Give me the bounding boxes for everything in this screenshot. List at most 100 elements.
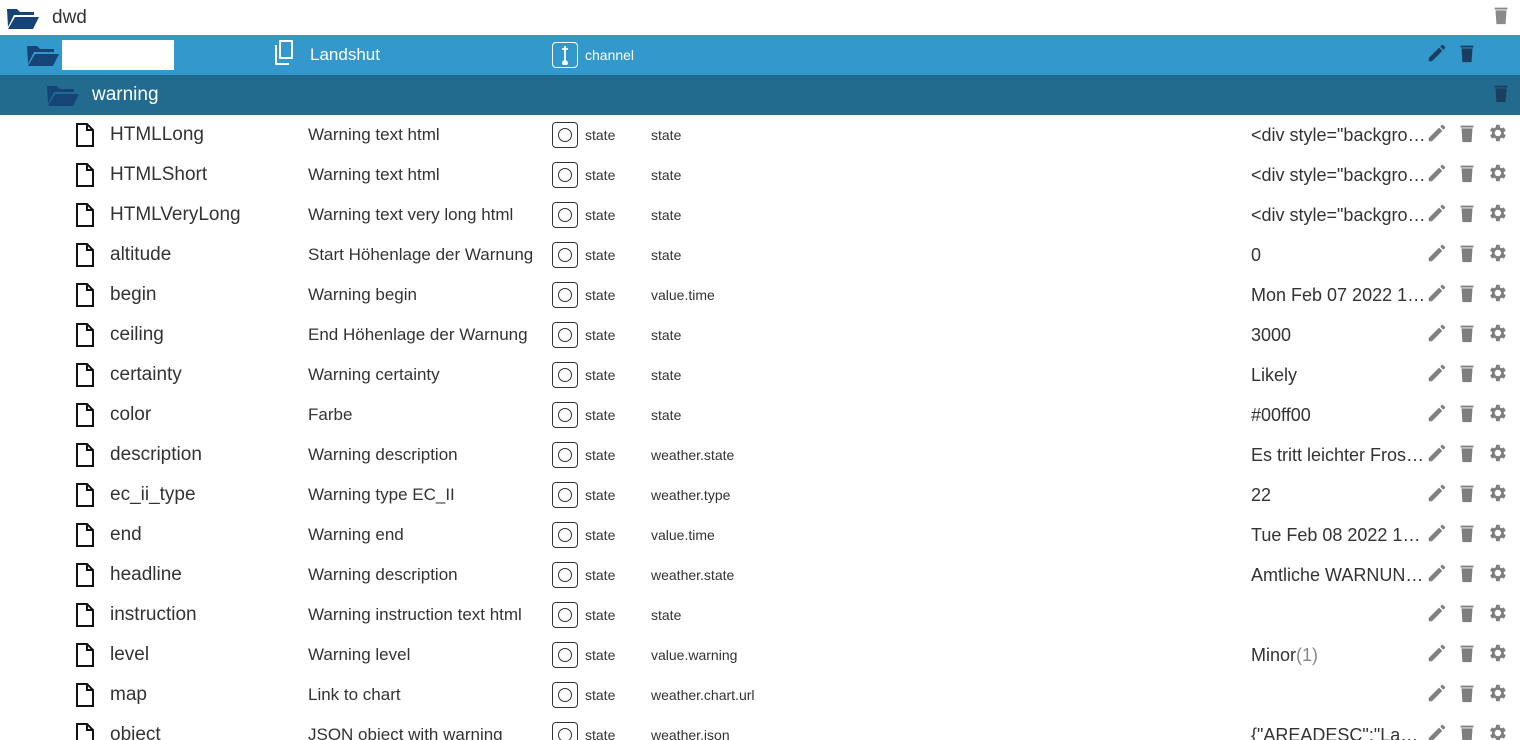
delete-button[interactable] — [1454, 442, 1480, 468]
state-value[interactable]: <div style="background-color:#00ff00 — [1251, 195, 1427, 235]
settings-button[interactable] — [1484, 202, 1510, 228]
settings-button[interactable] — [1484, 362, 1510, 388]
settings-button[interactable] — [1484, 122, 1510, 148]
edit-button[interactable] — [1424, 162, 1450, 188]
settings-button[interactable] — [1484, 482, 1510, 508]
edit-button[interactable] — [1424, 682, 1450, 708]
folder-open-icon[interactable] — [6, 0, 40, 35]
delete-button[interactable] — [1454, 602, 1480, 628]
delete-button[interactable] — [1454, 402, 1480, 428]
delete-button[interactable] — [1488, 5, 1514, 31]
state-actions — [1424, 675, 1514, 715]
table-row[interactable]: color Farbe state state #00ff00 — [0, 395, 1520, 435]
pencil-icon — [1426, 522, 1448, 549]
copy-icon[interactable] — [272, 39, 296, 71]
table-row[interactable]: HTMLShort Warning text html state state … — [0, 155, 1520, 195]
edit-button[interactable] — [1424, 522, 1450, 548]
edit-button[interactable] — [1424, 282, 1450, 308]
settings-button[interactable] — [1484, 602, 1510, 628]
state-value[interactable]: 3000 — [1251, 315, 1427, 355]
table-row[interactable]: begin Warning begin state value.time Mon… — [0, 275, 1520, 315]
state-icon — [552, 602, 578, 628]
delete-button[interactable] — [1488, 82, 1514, 108]
state-value[interactable]: 0 — [1251, 235, 1427, 275]
edit-button[interactable] — [1424, 482, 1450, 508]
settings-button[interactable] — [1484, 242, 1510, 268]
delete-button[interactable] — [1454, 482, 1480, 508]
settings-button[interactable] — [1484, 722, 1510, 740]
edit-button[interactable] — [1424, 42, 1450, 68]
state-type-icon — [552, 195, 578, 235]
delete-button[interactable] — [1454, 202, 1480, 228]
table-row[interactable]: object JSON object with warning state we… — [0, 715, 1520, 740]
folder-open-icon[interactable] — [26, 35, 60, 75]
delete-button[interactable] — [1454, 42, 1480, 68]
delete-button[interactable] — [1454, 322, 1480, 348]
delete-button[interactable] — [1454, 162, 1480, 188]
state-value[interactable]: {"AREADESC":"Landshut" — [1251, 715, 1427, 740]
table-row[interactable]: HTMLVeryLong Warning text very long html… — [0, 195, 1520, 235]
settings-button[interactable] — [1484, 162, 1510, 188]
table-row[interactable]: level Warning level state value.warning … — [0, 635, 1520, 675]
delete-button[interactable] — [1454, 282, 1480, 308]
state-value[interactable]: Es tritt leichter Frost auf — [1251, 435, 1427, 475]
delete-button[interactable] — [1454, 562, 1480, 588]
edit-button[interactable] — [1424, 402, 1450, 428]
edit-button[interactable] — [1424, 242, 1450, 268]
edit-button[interactable] — [1424, 442, 1450, 468]
settings-button[interactable] — [1484, 682, 1510, 708]
state-value[interactable] — [1251, 675, 1427, 715]
tree-row-root[interactable]: dwd — [0, 0, 1520, 35]
settings-button[interactable] — [1484, 562, 1510, 588]
state-role: weather.json — [651, 727, 730, 740]
tree-row-folder-warning[interactable]: warning — [0, 75, 1520, 115]
table-row[interactable]: HTMLLong Warning text html state state <… — [0, 115, 1520, 155]
delete-button[interactable] — [1454, 362, 1480, 388]
state-value[interactable]: Mon Feb 07 2022 18:00:00 — [1251, 275, 1427, 315]
settings-button[interactable] — [1484, 322, 1510, 348]
settings-button[interactable] — [1484, 282, 1510, 308]
state-actions — [1424, 475, 1514, 515]
edit-button[interactable] — [1424, 722, 1450, 740]
delete-button[interactable] — [1454, 522, 1480, 548]
table-row[interactable]: ec_ii_type Warning type EC_II state weat… — [0, 475, 1520, 515]
state-value[interactable]: Tue Feb 08 2022 10:00:00 — [1251, 515, 1427, 555]
table-row[interactable]: certainty Warning certainty state state … — [0, 355, 1520, 395]
delete-button[interactable] — [1454, 122, 1480, 148]
edit-button[interactable] — [1424, 202, 1450, 228]
table-row[interactable]: map Link to chart state weather.chart.ur… — [0, 675, 1520, 715]
settings-button[interactable] — [1484, 642, 1510, 668]
delete-button[interactable] — [1454, 722, 1480, 740]
tree-row-channel[interactable]: Landshut channel — [0, 35, 1520, 75]
state-value-text: 22 — [1251, 484, 1272, 505]
state-value[interactable]: #00ff00 — [1251, 395, 1427, 435]
edit-button[interactable] — [1424, 602, 1450, 628]
edit-button[interactable] — [1424, 362, 1450, 388]
state-value[interactable]: Likely — [1251, 355, 1427, 395]
edit-button[interactable] — [1424, 642, 1450, 668]
edit-button[interactable] — [1424, 322, 1450, 348]
state-value[interactable]: Minor (1) — [1251, 635, 1427, 675]
state-value[interactable]: 22 — [1251, 475, 1427, 515]
table-row[interactable]: instruction Warning instruction text htm… — [0, 595, 1520, 635]
state-value-text: <div style="background-color:#00ff00 — [1251, 164, 1427, 185]
settings-button[interactable] — [1484, 402, 1510, 428]
delete-button[interactable] — [1454, 682, 1480, 708]
delete-button[interactable] — [1454, 242, 1480, 268]
table-row[interactable]: altitude Start Höhenlage der Warnung sta… — [0, 235, 1520, 275]
state-value[interactable]: Amtliche WARNUNG vor FROST — [1251, 555, 1427, 595]
table-row[interactable]: description Warning description state we… — [0, 435, 1520, 475]
table-row[interactable]: headline Warning description state weath… — [0, 555, 1520, 595]
settings-button[interactable] — [1484, 442, 1510, 468]
state-value[interactable]: <div style="background-color:#00ff00 — [1251, 155, 1427, 195]
table-row[interactable]: end Warning end state value.time Tue Feb… — [0, 515, 1520, 555]
settings-button[interactable] — [1484, 522, 1510, 548]
table-row[interactable]: ceiling End Höhenlage der Warnung state … — [0, 315, 1520, 355]
state-value[interactable]: <div style="background-color:#00ff00 — [1251, 115, 1427, 155]
folder-open-icon[interactable] — [46, 75, 80, 115]
pencil-icon — [1426, 242, 1448, 269]
state-value[interactable] — [1251, 595, 1427, 635]
edit-button[interactable] — [1424, 562, 1450, 588]
delete-button[interactable] — [1454, 642, 1480, 668]
edit-button[interactable] — [1424, 122, 1450, 148]
